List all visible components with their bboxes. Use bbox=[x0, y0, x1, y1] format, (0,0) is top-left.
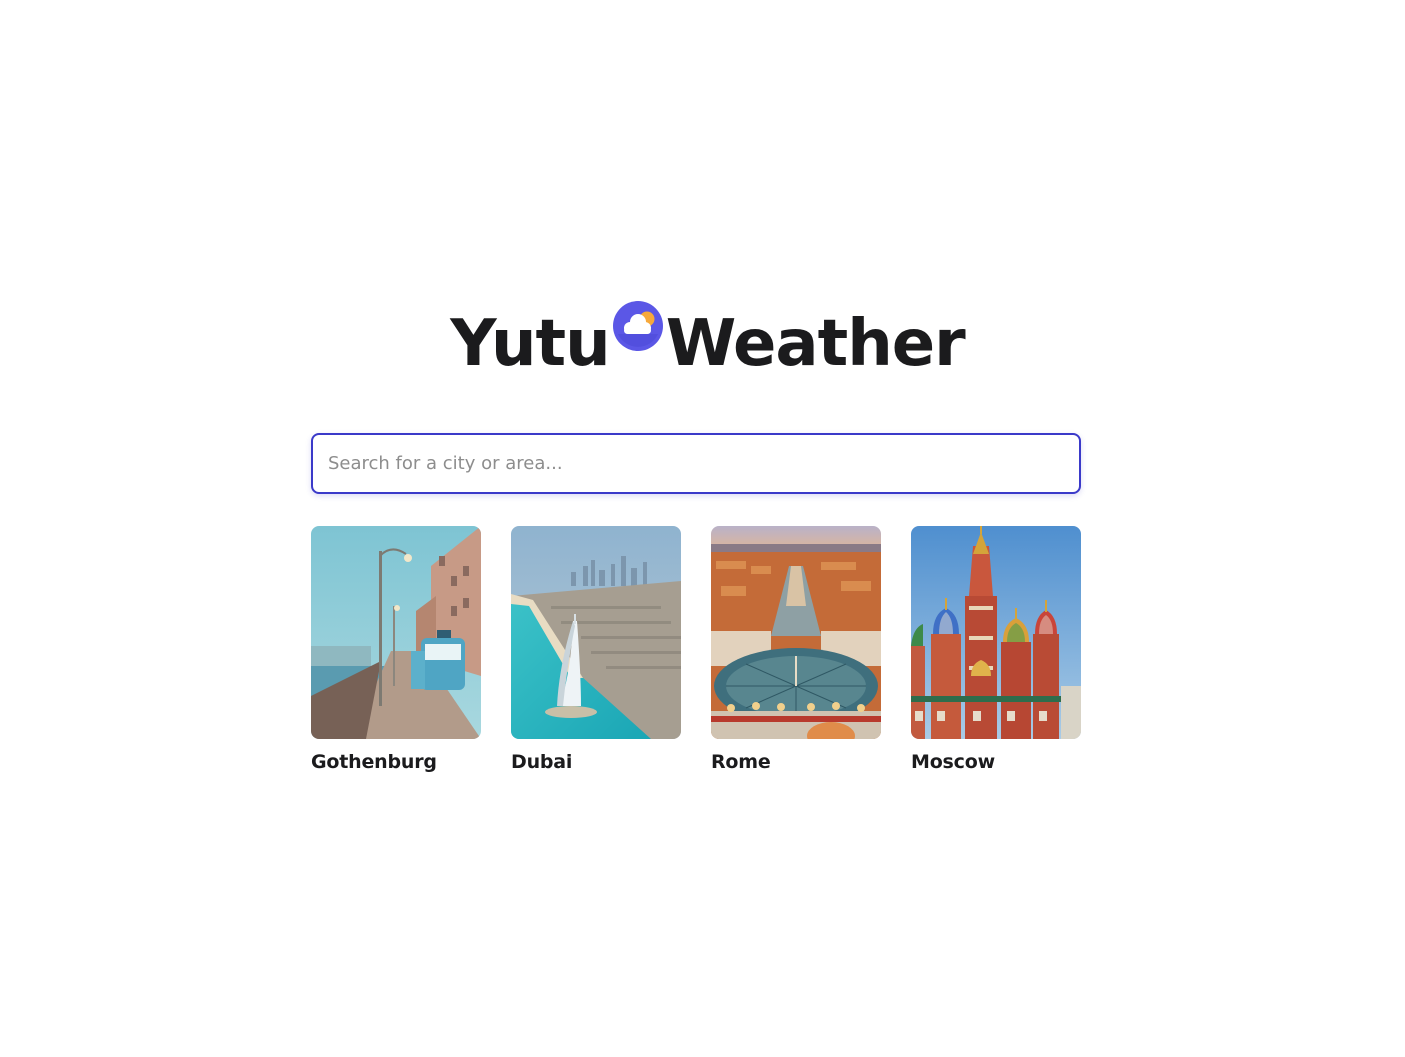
cloud-sun-icon bbox=[612, 299, 664, 351]
city-name[interactable]: Gothenburg bbox=[311, 751, 481, 773]
gothenburg-image[interactable] bbox=[311, 526, 481, 739]
moscow-image[interactable] bbox=[911, 526, 1081, 739]
city-name[interactable]: Rome bbox=[711, 751, 881, 773]
city-name[interactable]: Moscow bbox=[911, 751, 1081, 773]
logo-word-right: Weather bbox=[665, 307, 966, 381]
city-card-rome[interactable]: Rome bbox=[711, 526, 881, 773]
page: Yutu Weather Search for a city or area..… bbox=[0, 0, 1405, 1057]
rome-image[interactable] bbox=[711, 526, 881, 739]
city-card-moscow[interactable]: Moscow bbox=[911, 526, 1081, 773]
city-list: Gothenburg Dubai Rome Moscow bbox=[311, 526, 1081, 773]
app-logo: Yutu Weather bbox=[0, 296, 1405, 376]
city-name[interactable]: Dubai bbox=[511, 751, 681, 773]
city-card-gothenburg[interactable]: Gothenburg bbox=[311, 526, 481, 773]
search-box bbox=[311, 433, 1081, 494]
city-card-dubai[interactable]: Dubai bbox=[511, 526, 681, 773]
logo-word-left: Yutu bbox=[450, 307, 610, 381]
search-input[interactable] bbox=[313, 435, 1079, 492]
dubai-image[interactable] bbox=[511, 526, 681, 739]
